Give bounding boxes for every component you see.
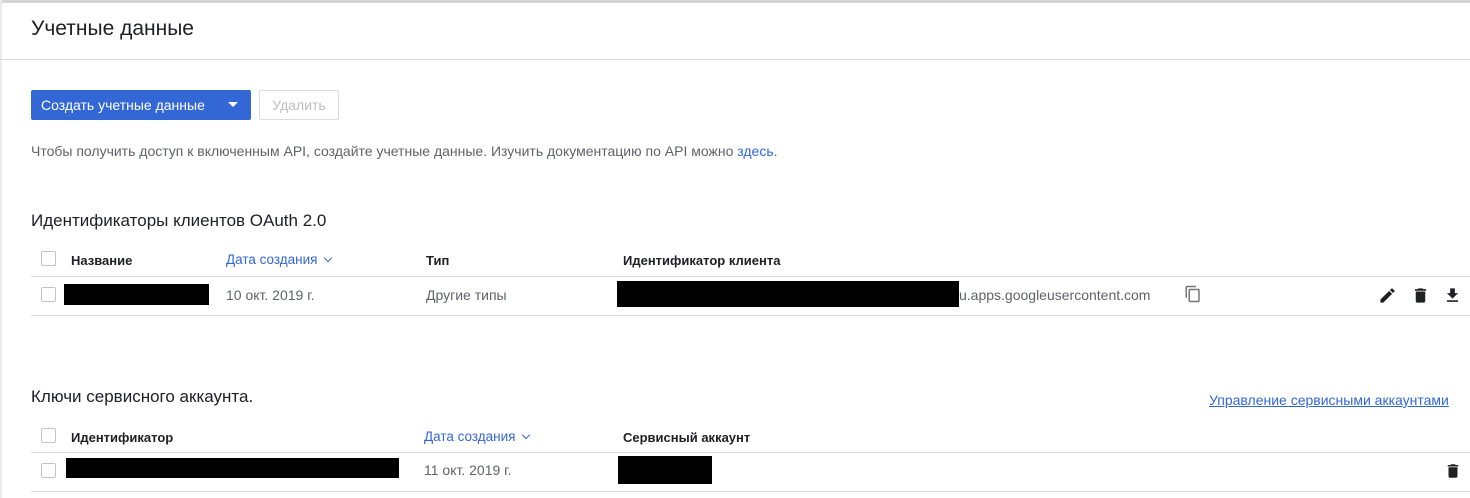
oauth-row-checkbox[interactable] — [41, 287, 56, 302]
service-keys-col-created-label: Дата создания — [424, 429, 516, 444]
oauth-col-client-id: Идентификатор клиента — [623, 253, 781, 268]
service-keys-header-divider — [31, 452, 1470, 453]
service-key-row-created: 11 окт. 2019 г. — [424, 462, 512, 478]
copy-icon[interactable] — [1184, 285, 1202, 303]
delete-button[interactable]: Удалить — [259, 90, 339, 120]
service-key-row-checkbox[interactable] — [41, 463, 56, 478]
oauth-section-title: Идентификаторы клиентов OAuth 2.0 — [31, 211, 327, 230]
intro-suffix: . — [773, 143, 778, 159]
intro-text: Чтобы получить доступ к включенным API, … — [31, 143, 778, 159]
service-keys-col-account: Сервисный аккаунт — [623, 430, 751, 445]
oauth-col-type: Тип — [426, 253, 450, 268]
page-header: Учетные данные — [0, 3, 1470, 60]
redacted-service-account — [618, 456, 712, 484]
oauth-row-created: 10 окт. 2019 г. — [226, 287, 315, 303]
delete-icon[interactable] — [1444, 462, 1462, 480]
dropdown-caret-icon — [228, 102, 238, 107]
redacted-key-id — [66, 458, 399, 478]
service-keys-select-all-checkbox[interactable] — [41, 428, 56, 443]
service-keys-section-title: Ключи сервисного аккаунта. — [31, 387, 254, 406]
create-credentials-button[interactable]: Создать учетные данные — [31, 90, 251, 120]
redacted-name — [64, 284, 209, 305]
oauth-col-created-sort[interactable]: Дата создания — [226, 252, 332, 267]
delete-icon[interactable] — [1411, 286, 1430, 305]
sort-chevron-icon — [323, 253, 332, 263]
manage-service-accounts-link[interactable]: Управление сервисными аккаунтами — [1209, 392, 1449, 408]
sort-chevron-icon — [521, 430, 530, 440]
service-key-row-divider — [31, 491, 1470, 492]
oauth-header-divider — [31, 276, 1470, 277]
service-keys-col-id: Идентификатор — [71, 430, 174, 445]
intro-body: Чтобы получить доступ к включенным API, … — [31, 143, 738, 159]
left-border — [0, 0, 2, 498]
create-credentials-label: Создать учетные данные — [41, 97, 205, 113]
oauth-row-client-id-suffix: u.apps.googleusercontent.com — [959, 287, 1151, 303]
docs-link[interactable]: здесь — [737, 143, 773, 159]
delete-button-label: Удалить — [272, 97, 326, 113]
oauth-col-name: Название — [71, 253, 133, 268]
oauth-col-created-label: Дата создания — [226, 252, 318, 267]
oauth-row-divider — [31, 315, 1470, 316]
edit-icon[interactable] — [1378, 286, 1397, 305]
service-keys-col-created-sort[interactable]: Дата создания — [424, 429, 530, 444]
redacted-client-id — [617, 281, 959, 307]
oauth-select-all-checkbox[interactable] — [41, 251, 56, 266]
page-title: Учетные данные — [31, 17, 194, 40]
oauth-row-type: Другие типы — [426, 287, 507, 303]
download-icon[interactable] — [1443, 286, 1462, 305]
